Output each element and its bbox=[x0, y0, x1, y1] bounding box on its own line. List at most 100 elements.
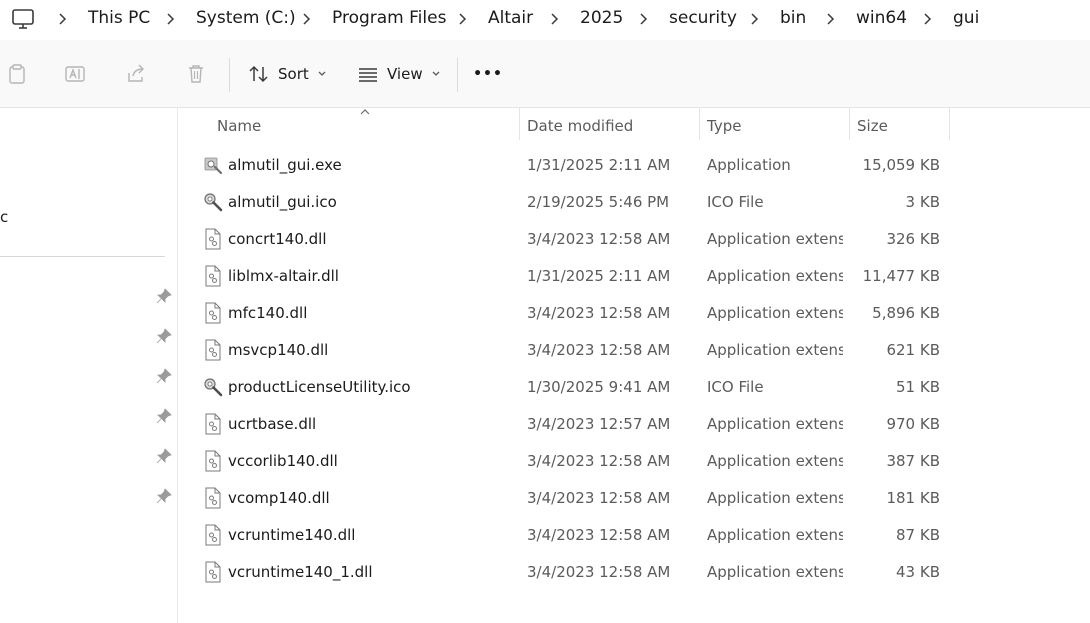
file-row[interactable]: mfc140.dll 3/4/2023 12:58 AM Application e… bbox=[199, 294, 951, 331]
breadcrumb-item-security[interactable]: security bbox=[669, 8, 737, 28]
file-name[interactable]: vccorlib140.dll bbox=[228, 452, 338, 470]
file-row[interactable]: concrt140.dll 3/4/2023 12:58 AM Applicatio… bbox=[199, 220, 951, 257]
file-type: Application bbox=[707, 156, 791, 174]
breadcrumb-item-2025[interactable]: 2025 bbox=[580, 8, 623, 28]
file-name[interactable]: liblmx-altair.dll bbox=[228, 267, 339, 285]
list-view-icon bbox=[359, 68, 377, 82]
rename-button[interactable] bbox=[59, 58, 91, 90]
file-row[interactable]: almutil_gui.exe 1/31/2025 2:11 AM Applicat… bbox=[199, 146, 951, 183]
file-type: Application extens... bbox=[707, 267, 843, 285]
chevron-right-icon[interactable] bbox=[456, 12, 468, 26]
file-name[interactable]: ucrtbase.dll bbox=[228, 415, 316, 433]
file-type: Application extens... bbox=[707, 452, 843, 470]
dll-icon bbox=[203, 487, 223, 509]
file-date-modified: 3/4/2023 12:58 AM bbox=[527, 452, 671, 470]
file-name[interactable]: concrt140.dll bbox=[228, 230, 326, 248]
file-date-modified: 2/19/2025 5:46 PM bbox=[527, 193, 670, 211]
file-type: ICO File bbox=[707, 193, 764, 211]
file-date-modified: 3/4/2023 12:58 AM bbox=[527, 341, 671, 359]
file-size: 87 KB bbox=[896, 526, 940, 544]
chevron-right-icon[interactable] bbox=[164, 12, 176, 26]
command-bar: Sort View ••• bbox=[0, 40, 1090, 108]
pin-icon[interactable] bbox=[156, 368, 172, 384]
this-pc-icon[interactable] bbox=[11, 8, 35, 30]
file-row[interactable]: productLicenseUtility.ico 1/30/2025 9:41 … bbox=[199, 368, 951, 405]
file-row[interactable]: msvcp140.dll 3/4/2023 12:58 AM Application… bbox=[199, 331, 951, 368]
pin-icon[interactable] bbox=[156, 328, 172, 344]
pin-icon[interactable] bbox=[156, 288, 172, 304]
file-size: 326 KB bbox=[886, 230, 940, 248]
file-name[interactable]: mfc140.dll bbox=[228, 304, 307, 322]
view-button[interactable]: View bbox=[357, 58, 441, 90]
file-row[interactable]: vcruntime140_1.dll 3/4/2023 12:58 AM Appli… bbox=[199, 553, 951, 590]
file-row[interactable]: ucrtbase.dll 3/4/2023 12:57 AM Application… bbox=[199, 405, 951, 442]
pin-icon[interactable] bbox=[156, 488, 172, 504]
column-divider[interactable] bbox=[949, 108, 950, 140]
column-divider[interactable] bbox=[699, 108, 700, 140]
more-options-button[interactable]: ••• bbox=[472, 58, 504, 90]
pin-icon[interactable] bbox=[156, 448, 172, 464]
chevron-right-icon[interactable] bbox=[921, 12, 933, 26]
file-row[interactable]: almutil_gui.ico 2/19/2025 5:46 PM ICO File… bbox=[199, 183, 951, 220]
breadcrumb-item-this-pc[interactable]: This PC bbox=[88, 8, 150, 28]
toolbar-separator bbox=[457, 58, 458, 92]
breadcrumb-item-program-files[interactable]: Program Files bbox=[332, 8, 446, 28]
paste-button[interactable] bbox=[0, 58, 32, 90]
column-divider[interactable] bbox=[519, 108, 520, 140]
file-row[interactable]: vcruntime140.dll 3/4/2023 12:58 AM Applica… bbox=[199, 516, 951, 553]
chevron-right-icon[interactable] bbox=[637, 12, 649, 26]
chevron-right-icon[interactable] bbox=[56, 12, 68, 26]
file-date-modified: 3/4/2023 12:58 AM bbox=[527, 526, 671, 544]
breadcrumb-item-win64[interactable]: win64 bbox=[856, 8, 907, 28]
file-size: 387 KB bbox=[886, 452, 940, 470]
rename-icon bbox=[65, 66, 85, 82]
sort-button[interactable]: Sort bbox=[248, 58, 327, 90]
file-row[interactable]: liblmx-altair.dll 1/31/2025 2:11 AM Applic… bbox=[199, 257, 951, 294]
nav-divider bbox=[0, 256, 165, 257]
chevron-right-icon[interactable] bbox=[748, 12, 760, 26]
file-name[interactable]: msvcp140.dll bbox=[228, 341, 328, 359]
toolbar-separator bbox=[229, 58, 230, 92]
nav-item-partial-label[interactable]: c bbox=[0, 208, 8, 226]
column-divider[interactable] bbox=[849, 108, 850, 140]
column-header-size[interactable]: Size bbox=[857, 117, 888, 135]
file-size: 51 KB bbox=[896, 378, 940, 396]
share-button[interactable] bbox=[120, 58, 152, 90]
file-date-modified: 3/4/2023 12:58 AM bbox=[527, 563, 671, 581]
sort-ascending-icon bbox=[360, 109, 370, 115]
file-size: 621 KB bbox=[886, 341, 940, 359]
breadcrumb-item-gui[interactable]: gui bbox=[953, 8, 979, 28]
file-name[interactable]: almutil_gui.exe bbox=[228, 156, 342, 174]
dll-icon bbox=[203, 524, 223, 546]
file-name[interactable]: almutil_gui.ico bbox=[228, 193, 337, 211]
file-date-modified: 3/4/2023 12:58 AM bbox=[527, 230, 671, 248]
column-header-name[interactable]: Name bbox=[217, 117, 261, 135]
file-size: 970 KB bbox=[886, 415, 940, 433]
dll-icon bbox=[203, 413, 223, 435]
column-header-date-modified[interactable]: Date modified bbox=[527, 117, 633, 135]
file-row[interactable]: vcomp140.dll 3/4/2023 12:58 AM Application… bbox=[199, 479, 951, 516]
chevron-down-icon bbox=[432, 71, 440, 76]
file-name[interactable]: vcruntime140.dll bbox=[228, 526, 355, 544]
file-row[interactable]: vccorlib140.dll 3/4/2023 12:58 AM Applicat… bbox=[199, 442, 951, 479]
breadcrumb-item-bin[interactable]: bin bbox=[780, 8, 806, 28]
dll-icon bbox=[203, 339, 223, 361]
breadcrumb-item-system-c[interactable]: System (C:) bbox=[196, 8, 296, 28]
chevron-right-icon[interactable] bbox=[824, 12, 836, 26]
navigation-pane: c bbox=[0, 108, 178, 623]
file-name[interactable]: productLicenseUtility.ico bbox=[228, 378, 411, 396]
column-header-row: Name Date modified Type Size bbox=[179, 108, 1090, 142]
file-type: Application extens... bbox=[707, 341, 843, 359]
file-date-modified: 1/31/2025 2:11 AM bbox=[527, 267, 671, 285]
delete-button[interactable] bbox=[180, 58, 212, 90]
file-size: 3 KB bbox=[905, 193, 940, 211]
column-header-type[interactable]: Type bbox=[707, 117, 741, 135]
file-date-modified: 1/30/2025 9:41 AM bbox=[527, 378, 671, 396]
file-name[interactable]: vcruntime140_1.dll bbox=[228, 563, 373, 581]
file-name[interactable]: vcomp140.dll bbox=[228, 489, 330, 507]
chevron-right-icon[interactable] bbox=[548, 12, 560, 26]
file-type: Application extens... bbox=[707, 304, 843, 322]
breadcrumb-item-altair[interactable]: Altair bbox=[488, 8, 533, 28]
chevron-right-icon[interactable] bbox=[300, 12, 312, 26]
pin-icon[interactable] bbox=[156, 408, 172, 424]
